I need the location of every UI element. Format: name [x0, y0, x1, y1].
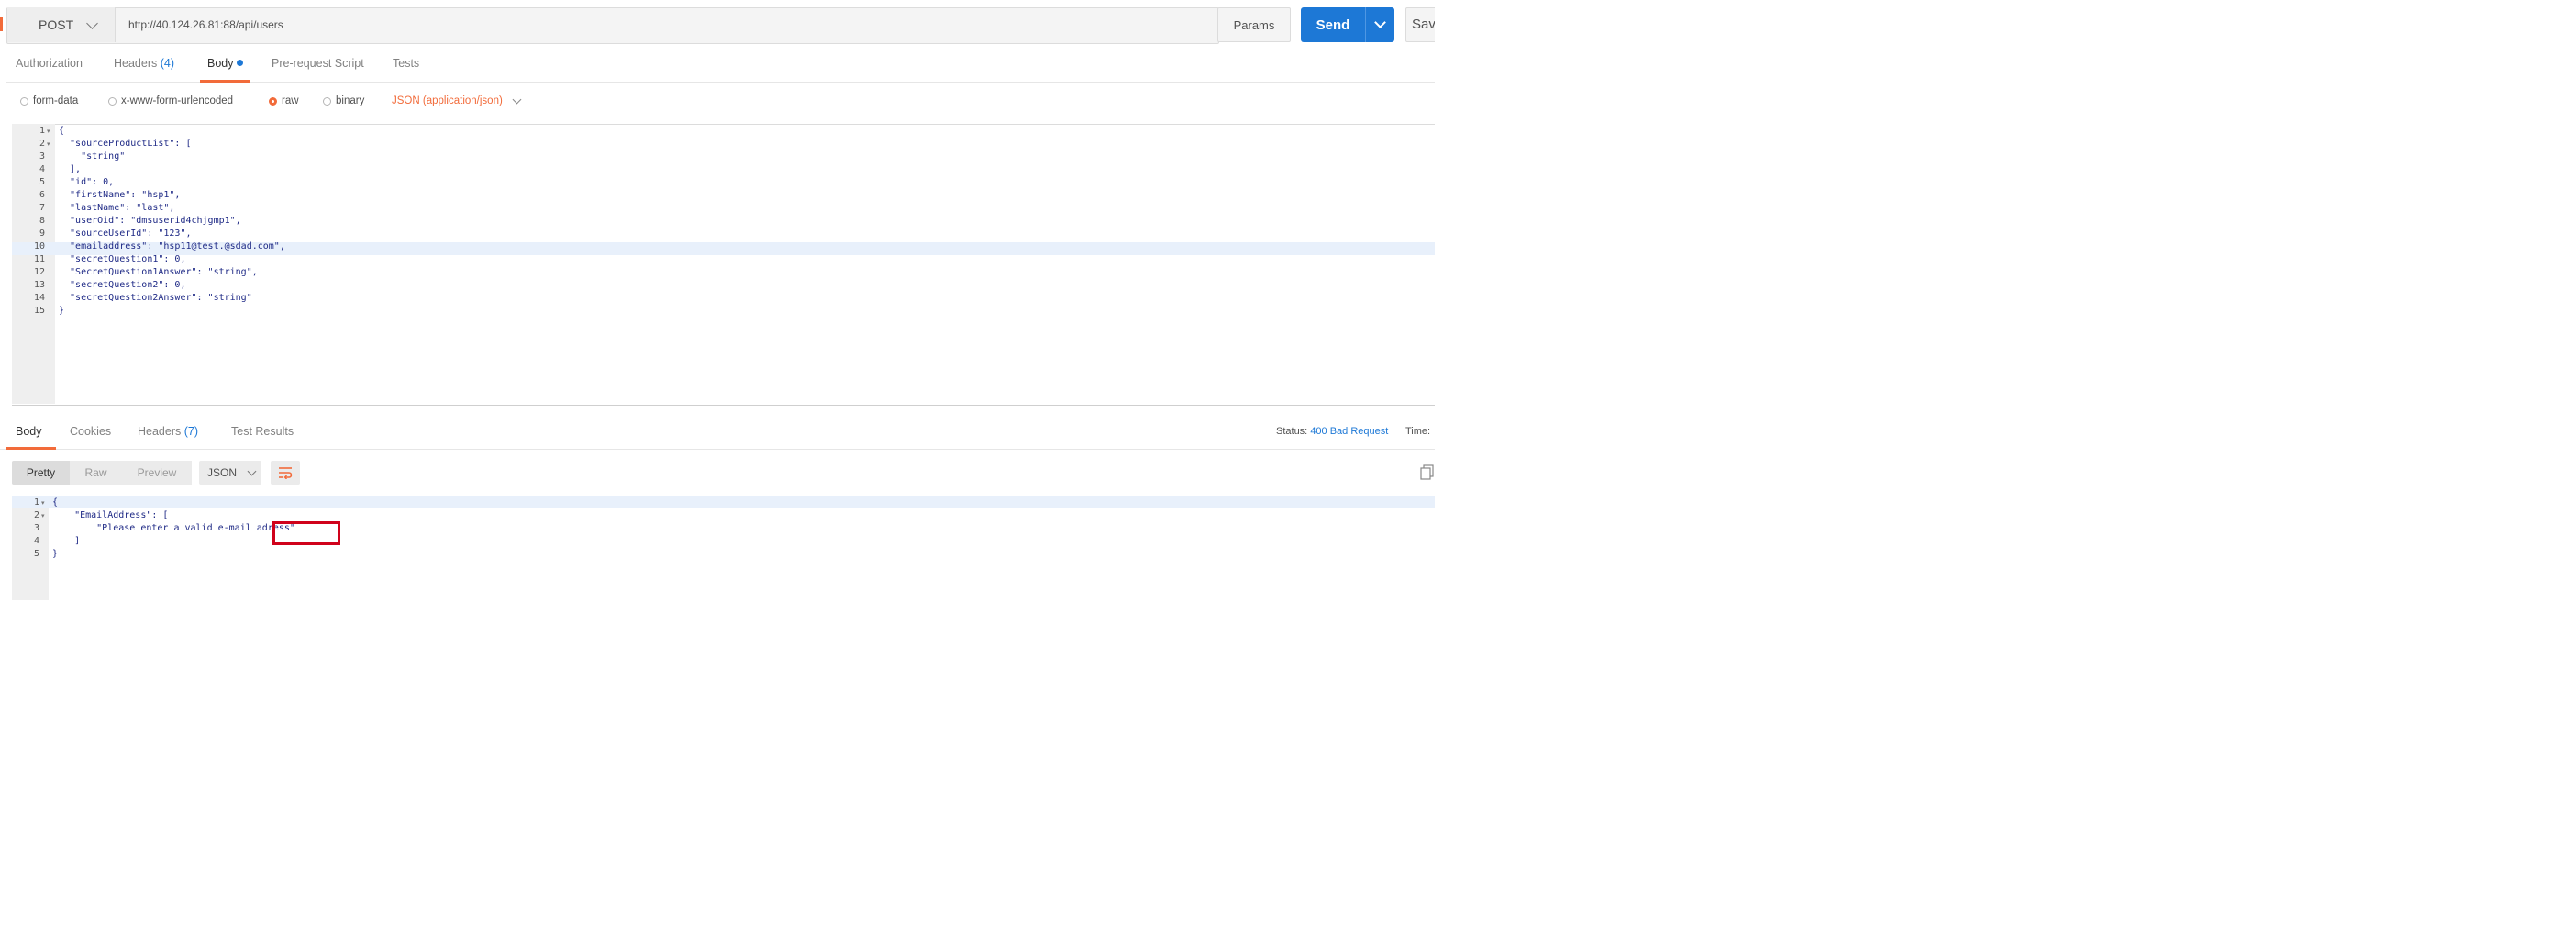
- content-type-select[interactable]: JSON (application/json): [392, 94, 522, 108]
- method-select[interactable]: POST: [7, 7, 116, 42]
- word-wrap-icon: [279, 467, 293, 479]
- code-line: "secretQuestion2Answer": "string": [59, 293, 252, 303]
- chevron-down-icon: [247, 466, 257, 475]
- tab-tests[interactable]: Tests: [393, 57, 419, 83]
- response-status: Status: 400 Bad Request: [1276, 426, 1389, 437]
- radio-x-www-form-urlencoded[interactable]: x-www-form-urlencoded: [108, 94, 233, 108]
- radio-icon: [108, 96, 117, 106]
- response-tab-body[interactable]: Body: [16, 425, 42, 447]
- save-button[interactable]: Sav: [1405, 7, 1435, 42]
- modified-dot-icon: [236, 60, 243, 66]
- format-select[interactable]: JSON: [199, 461, 261, 485]
- code-line: }: [52, 549, 59, 559]
- chevron-down-icon[interactable]: [1374, 17, 1386, 28]
- method-label: POST: [39, 17, 74, 32]
- headers-count: (7): [183, 425, 199, 438]
- active-tab-indicator: [6, 447, 56, 450]
- radio-selected-icon: [269, 96, 277, 106]
- status-value[interactable]: 400 Bad Request: [1310, 426, 1388, 437]
- tab-headers[interactable]: Headers (4): [114, 57, 174, 83]
- send-divider: [1365, 7, 1366, 42]
- response-body-viewer[interactable]: [12, 496, 1435, 600]
- tab-body[interactable]: Body: [207, 57, 243, 83]
- pretty-button[interactable]: Pretty: [12, 461, 70, 485]
- fold-arrow-icon[interactable]: ▾: [41, 512, 45, 519]
- code-line: "userOid": "dmsuserid4chjgmp1",: [59, 216, 241, 226]
- copy-icon[interactable]: [1420, 464, 1435, 481]
- code-line: "emailaddress": "hsp11@test.@sdad.com",: [59, 241, 285, 251]
- radio-form-data[interactable]: form-data: [20, 94, 78, 108]
- code-line: {: [59, 126, 65, 136]
- response-tab-cookies[interactable]: Cookies: [70, 425, 111, 447]
- headers-count: (4): [160, 57, 175, 70]
- response-tab-headers[interactable]: Headers (7): [138, 425, 198, 447]
- code-line: {: [52, 497, 59, 508]
- code-line: "secretQuestion2": 0,: [59, 280, 186, 290]
- code-line: "Please enter a valid e-mail adress": [52, 523, 295, 533]
- radio-binary[interactable]: binary: [323, 94, 364, 108]
- preview-button[interactable]: Preview: [122, 461, 192, 485]
- code-line: ],: [59, 164, 82, 174]
- tab-authorization[interactable]: Authorization: [16, 57, 83, 83]
- raw-button[interactable]: Raw: [70, 461, 122, 485]
- active-tab-indicator: [200, 80, 250, 83]
- code-line: "sourceUserId": "123",: [59, 229, 192, 239]
- params-button[interactable]: Params: [1217, 7, 1291, 42]
- chevron-down-icon: [86, 17, 98, 29]
- send-button[interactable]: Send: [1301, 7, 1394, 42]
- tabs-divider: [0, 449, 1435, 450]
- request-body-editor[interactable]: [12, 124, 1435, 406]
- code-line: "id": 0,: [59, 177, 115, 187]
- radio-icon: [20, 96, 28, 106]
- code-line: "EmailAddress": [: [52, 510, 169, 520]
- code-line: "lastName": "last",: [59, 203, 175, 213]
- url-input[interactable]: http://40.124.26.81:88/api/users: [128, 7, 283, 42]
- fold-arrow-icon[interactable]: ▾: [41, 499, 45, 507]
- word-wrap-button[interactable]: [271, 461, 300, 485]
- code-line: "string": [59, 151, 126, 162]
- code-line: "firstName": "hsp1",: [59, 190, 181, 200]
- fold-arrow-icon[interactable]: ▾: [47, 140, 50, 148]
- annotation-highlight-box: [272, 521, 340, 545]
- postman-window: POST http://40.124.26.81:88/api/users Pa…: [0, 0, 1435, 600]
- code-line: ]: [52, 536, 81, 546]
- response-time: Time:: [1405, 426, 1431, 437]
- response-tab-test-results[interactable]: Test Results: [231, 425, 294, 447]
- chevron-down-icon: [512, 95, 522, 104]
- tab-pre-request-script[interactable]: Pre-request Script: [272, 57, 364, 83]
- left-edge-accent: [0, 17, 3, 31]
- radio-raw[interactable]: raw: [269, 94, 299, 108]
- radio-icon: [323, 96, 331, 106]
- code-line: "sourceProductList": [: [59, 139, 192, 149]
- fold-arrow-icon[interactable]: ▾: [47, 128, 50, 135]
- code-line: }: [59, 306, 65, 316]
- code-line: "secretQuestion1": 0,: [59, 254, 186, 264]
- active-line-highlight: [12, 496, 1435, 508]
- code-line: "SecretQuestion1Answer": "string",: [59, 267, 258, 277]
- send-label: Send: [1316, 17, 1350, 33]
